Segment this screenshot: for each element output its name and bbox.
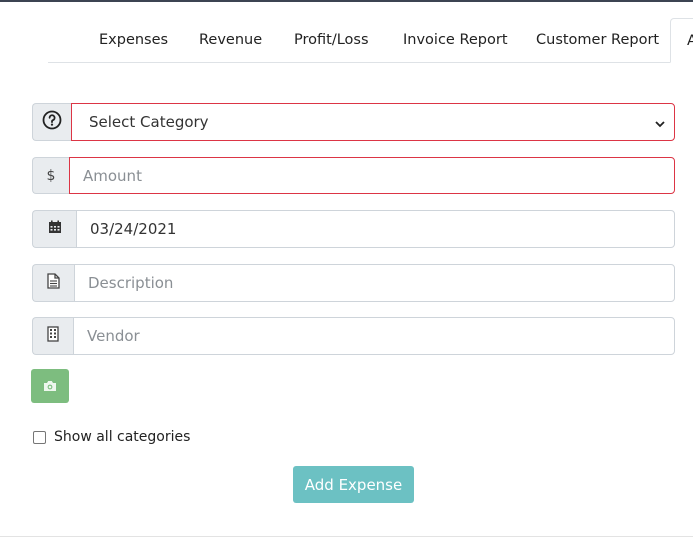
category-select-value: Select Category <box>89 113 209 131</box>
add-expense-button[interactable]: Add Expense <box>293 466 414 503</box>
dollar-addon: $ <box>32 157 69 194</box>
date-addon <box>32 210 76 248</box>
building-icon <box>47 326 59 346</box>
amount-placeholder: Amount <box>83 166 142 185</box>
tab-add-active[interactable]: A <box>670 18 693 63</box>
show-all-categories-label: Show all categories <box>54 429 191 445</box>
category-row: Select Category <box>32 103 675 141</box>
description-placeholder: Description <box>88 274 174 292</box>
vendor-input[interactable]: Vendor <box>73 317 675 355</box>
tab-invoice-report[interactable]: Invoice Report <box>403 18 508 63</box>
show-all-categories: Show all categories <box>33 428 190 446</box>
show-all-categories-checkbox[interactable] <box>33 430 46 444</box>
tab-customer-report[interactable]: Customer Report <box>536 18 659 63</box>
tab-revenue[interactable]: Revenue <box>199 18 262 63</box>
vendor-row: Vendor <box>32 317 675 355</box>
tab-expenses[interactable]: Expenses <box>99 18 168 63</box>
camera-icon <box>43 377 57 396</box>
category-select[interactable]: Select Category <box>71 103 675 141</box>
chevron-down-icon <box>654 116 666 134</box>
vendor-addon <box>32 317 73 355</box>
date-value: 03/24/2021 <box>90 220 177 238</box>
category-addon <box>32 103 71 141</box>
bottom-rule <box>0 536 693 537</box>
description-input[interactable]: Description <box>74 264 675 302</box>
file-icon <box>47 273 60 293</box>
date-row: 03/24/2021 <box>32 210 675 248</box>
vendor-placeholder: Vendor <box>87 327 140 345</box>
description-row: Description <box>32 264 675 302</box>
question-circle-icon <box>42 110 62 134</box>
calendar-icon <box>48 220 62 238</box>
tab-profit-loss[interactable]: Profit/Loss <box>294 18 369 63</box>
dollar-sign: $ <box>46 167 56 184</box>
description-addon <box>32 264 74 302</box>
report-tabs: Expenses Revenue Profit/Loss Invoice Rep… <box>48 18 693 63</box>
amount-row: $ Amount <box>32 157 675 194</box>
upload-receipt-button[interactable] <box>31 369 69 403</box>
date-input[interactable]: 03/24/2021 <box>76 210 675 248</box>
top-rule <box>0 0 693 2</box>
amount-input[interactable]: Amount <box>69 157 675 194</box>
